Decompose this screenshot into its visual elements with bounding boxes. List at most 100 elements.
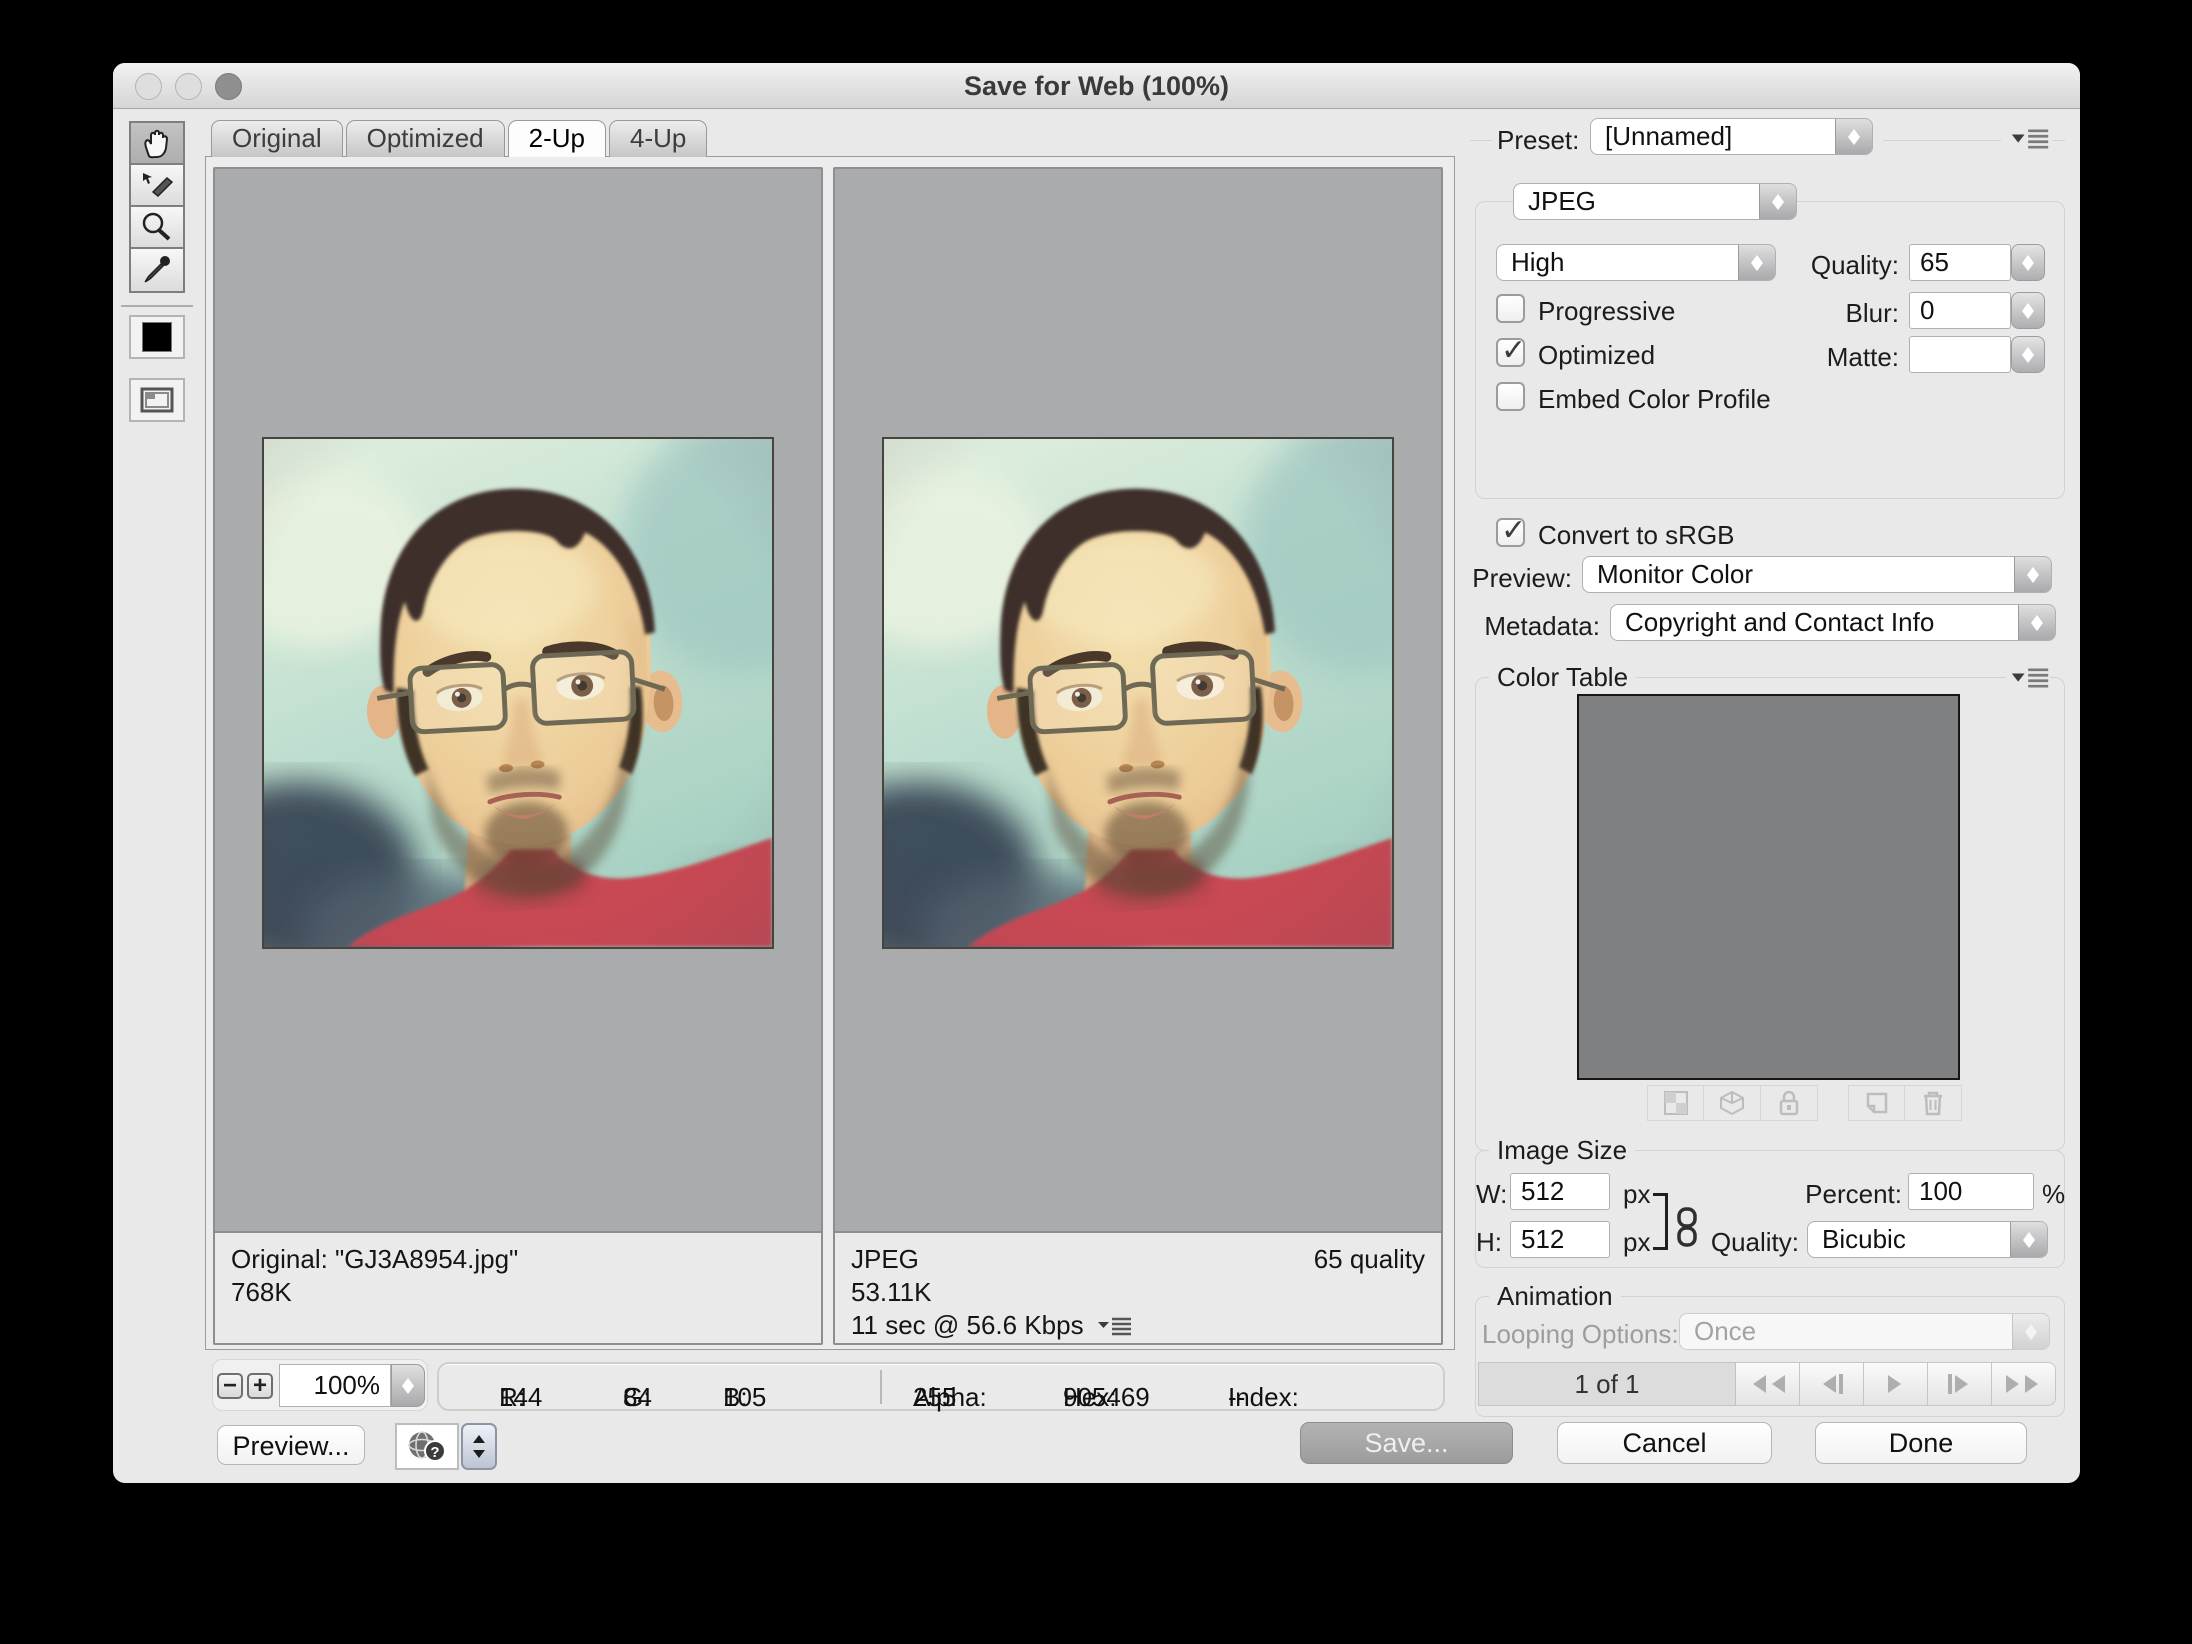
blur-label: Blur: <box>1793 298 1899 329</box>
original-image <box>262 437 774 949</box>
tab-4up[interactable]: 4-Up <box>609 120 707 157</box>
quality-input[interactable] <box>1909 244 2011 281</box>
resample-quality-select[interactable]: Bicubic <box>1807 1221 2048 1258</box>
browser-select-button[interactable]: ? <box>395 1423 459 1470</box>
preview-in-browser-button[interactable]: Preview... <box>217 1425 365 1465</box>
optimized-filesize: 53.11K <box>851 1276 1425 1309</box>
tab-optimized[interactable]: Optimized <box>346 120 505 157</box>
previous-frame-button[interactable] <box>1800 1362 1864 1406</box>
optimized-checkbox[interactable] <box>1496 338 1525 367</box>
preview-select[interactable]: Monitor Color <box>1582 556 2052 593</box>
animation-legend: Animation <box>1489 1281 1621 1312</box>
convert-srgb-label: Convert to sRGB <box>1538 520 1735 551</box>
zoom-out-button[interactable]: − <box>217 1373 243 1399</box>
eyedropper-tool-button[interactable] <box>131 249 183 291</box>
save-button[interactable]: Save... <box>1300 1422 1513 1464</box>
embed-color-profile-label: Embed Color Profile <box>1538 384 1771 415</box>
slice-select-tool-button[interactable] <box>131 165 183 207</box>
image-size-legend: Image Size <box>1489 1135 1635 1166</box>
matte-input[interactable] <box>1909 336 2011 373</box>
compression-select[interactable]: High <box>1496 244 1776 281</box>
lock-color-button[interactable] <box>1761 1085 1818 1121</box>
titlebar[interactable]: Save for Web (100%) <box>113 63 2080 109</box>
format-select[interactable]: JPEG <box>1513 183 1797 220</box>
hand-tool-button[interactable] <box>131 123 183 165</box>
save-for-web-dialog: Save for Web (100%) <box>113 63 2080 1483</box>
tab-2up[interactable]: 2-Up <box>508 120 606 157</box>
toolbar-separator <box>121 305 193 307</box>
zoom-level-field[interactable]: 100% <box>279 1364 391 1407</box>
percent-input[interactable] <box>1908 1173 2034 1210</box>
tab-original[interactable]: Original <box>211 120 343 157</box>
chevron-updown-icon <box>1759 183 1797 220</box>
zoom-control: − + 100% <box>212 1359 428 1411</box>
chevron-updown-icon <box>1835 118 1873 155</box>
readout-divider <box>880 1370 882 1404</box>
next-frame-icon <box>1955 1375 1977 1393</box>
last-frame-button[interactable] <box>1992 1362 2056 1406</box>
animation-controls: 1 of 1 <box>1478 1362 2056 1406</box>
width-input[interactable] <box>1510 1173 1610 1210</box>
preset-select[interactable]: [Unnamed] <box>1590 118 1873 155</box>
blur-stepper[interactable] <box>2011 292 2045 329</box>
toggle-slices-button[interactable] <box>129 378 185 422</box>
web-shift-button[interactable] <box>1704 1085 1761 1121</box>
play-icon <box>1888 1375 1910 1393</box>
quality-stepper[interactable] <box>2011 244 2045 281</box>
original-filesize: 768K <box>231 1276 805 1309</box>
color-table-swatches[interactable] <box>1577 694 1960 1080</box>
matte-stepper[interactable] <box>2011 336 2045 373</box>
browser-select-stepper[interactable] <box>461 1423 497 1470</box>
toggle-slices-icon <box>137 384 177 416</box>
embed-color-profile-checkbox[interactable] <box>1496 382 1525 411</box>
color-readout-bar: R: 144 G: 84 B: 105 Alpha: 255 Hex: 9054… <box>437 1362 1445 1411</box>
original-canvas[interactable] <box>215 169 821 1231</box>
zoom-icon <box>138 210 176 244</box>
optimized-download-time: 11 sec @ 56.6 Kbps <box>851 1309 1084 1342</box>
previous-frame-icon <box>1814 1375 1836 1393</box>
next-frame-button[interactable] <box>1928 1362 1992 1406</box>
optimized-quality: 65 quality <box>1314 1243 1425 1276</box>
metadata-label: Metadata: <box>1470 611 1600 642</box>
zoom-level-stepper[interactable] <box>391 1364 425 1407</box>
view-tabs: Original Optimized 2-Up 4-Up <box>211 120 707 157</box>
resample-quality-label: Quality: <box>1673 1227 1799 1258</box>
blur-input[interactable] <box>1909 292 2011 329</box>
width-unit: px <box>1623 1179 1650 1210</box>
preset-menu-icon[interactable] <box>2006 126 2050 152</box>
eyedropper-icon <box>138 253 176 287</box>
convert-srgb-checkbox[interactable] <box>1496 518 1525 547</box>
matte-color-swatch-button[interactable] <box>129 315 185 359</box>
looping-options-select[interactable]: Once <box>1679 1313 2050 1350</box>
color-swatch-icon <box>142 322 172 352</box>
preset-label: Preset: <box>1497 125 1579 156</box>
cube-icon <box>1719 1090 1745 1116</box>
optimized-image <box>882 437 1394 949</box>
first-frame-button[interactable] <box>1736 1362 1800 1406</box>
original-pane[interactable]: Original: "GJ3A8954.jpg" 768K <box>213 167 823 1345</box>
chevron-updown-icon <box>2012 1313 2050 1350</box>
preview-frame: Original: "GJ3A8954.jpg" 768K JPEG 65 qu… <box>205 156 1455 1350</box>
new-color-button[interactable] <box>1848 1085 1905 1121</box>
percent-unit: % <box>2042 1179 2065 1210</box>
zoom-tool-button[interactable] <box>131 207 183 249</box>
progressive-checkbox[interactable] <box>1496 294 1525 323</box>
delete-color-button[interactable] <box>1905 1085 1962 1121</box>
metadata-select[interactable]: Copyright and Contact Info <box>1610 604 2056 641</box>
height-input[interactable] <box>1510 1221 1610 1258</box>
optimized-pane[interactable]: JPEG 65 quality 53.11K 11 sec @ 56.6 Kbp… <box>833 167 1443 1345</box>
color-table-legend: Color Table <box>1489 662 1636 693</box>
zoom-in-button[interactable]: + <box>247 1373 273 1399</box>
original-info: Original: "GJ3A8954.jpg" 768K <box>215 1231 821 1343</box>
preset-rule-right <box>2053 140 2065 141</box>
frame-counter: 1 of 1 <box>1478 1362 1736 1406</box>
browser-globe-icon: ? <box>405 1429 449 1465</box>
progressive-label: Progressive <box>1538 296 1675 327</box>
play-button[interactable] <box>1864 1362 1928 1406</box>
color-table-menu-icon[interactable] <box>2006 665 2050 691</box>
cancel-button[interactable]: Cancel <box>1557 1422 1772 1464</box>
transparency-button[interactable] <box>1647 1085 1704 1121</box>
optimized-canvas[interactable] <box>835 169 1441 1231</box>
download-speed-menu-icon[interactable] <box>1098 1315 1132 1337</box>
done-button[interactable]: Done <box>1815 1422 2027 1464</box>
